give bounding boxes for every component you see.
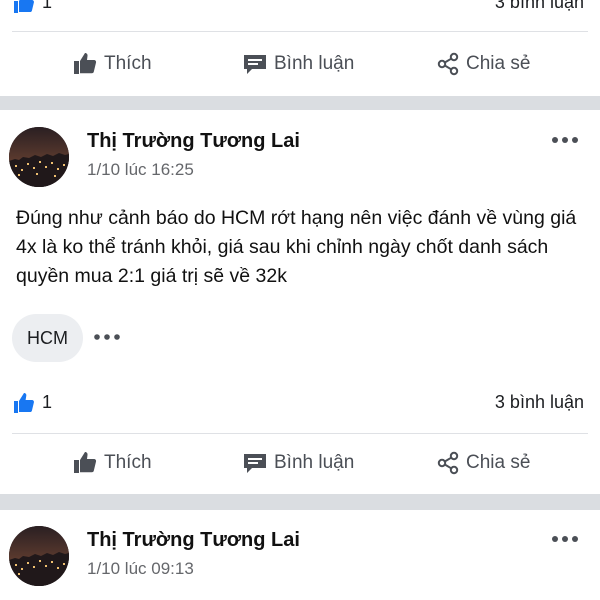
share-button[interactable]: Chia sẻ (436, 41, 530, 87)
post-timestamp[interactable]: 1/10 lúc 09:13 (87, 559, 194, 579)
post-actions: Thích Bình luận Chia sẻ (0, 41, 600, 87)
post-header: Thị Trường Tương Lai 1/10 lúc 16:25 (0, 127, 600, 197)
thumbs-up-icon (14, 393, 34, 413)
avatar[interactable] (9, 526, 69, 586)
share-icon (437, 52, 459, 76)
ellipsis-icon[interactable] (92, 329, 122, 345)
reaction-row: 1 3 bình luận (0, 386, 600, 420)
speech-bubble-icon (244, 454, 266, 473)
like-label: Thích (104, 452, 152, 473)
ellipsis-icon[interactable] (550, 530, 580, 548)
thumbs-up-icon (74, 452, 97, 473)
like-label: Thích (104, 53, 152, 74)
post-header: Thị Trường Tương Lai 1/10 lúc 09:13 (0, 526, 600, 596)
hashtag-chip[interactable]: HCM (12, 314, 83, 362)
comment-label: Bình luận (274, 452, 355, 473)
avatar[interactable] (9, 127, 69, 187)
post-actions: Thích Bình luận Chia sẻ (0, 440, 600, 486)
post-separator (0, 96, 600, 110)
post-separator (0, 494, 600, 510)
share-button[interactable]: Chia sẻ (436, 440, 530, 486)
like-count[interactable]: 1 (42, 0, 52, 13)
comment-button[interactable]: Bình luận (242, 440, 354, 486)
share-label: Chia sẻ (466, 452, 531, 473)
comment-label: Bình luận (274, 53, 355, 74)
like-count[interactable]: 1 (42, 392, 52, 413)
post-timestamp[interactable]: 1/10 lúc 16:25 (87, 160, 194, 180)
speech-bubble-icon (244, 55, 266, 74)
like-button[interactable]: Thích (72, 440, 152, 486)
city-night-image (9, 127, 69, 187)
comment-count[interactable]: 3 bình luận (495, 0, 584, 13)
like-button[interactable]: Thích (72, 41, 152, 87)
comment-button[interactable]: Bình luận (242, 41, 354, 87)
reaction-row: 1 3 bình luận (0, 0, 600, 20)
post-author[interactable]: Thị Trường Tương Lai (87, 529, 300, 552)
comment-count[interactable]: 3 bình luận (495, 392, 584, 413)
share-label: Chia sẻ (466, 53, 531, 74)
ellipsis-icon[interactable] (550, 131, 580, 149)
thumbs-up-icon (14, 0, 34, 13)
post-text: Đúng như cảnh báo do HCM rớt hạng nên vi… (16, 207, 577, 287)
post-author[interactable]: Thị Trường Tương Lai (87, 130, 300, 153)
city-night-image (9, 526, 69, 586)
share-icon (437, 451, 459, 475)
divider (12, 433, 588, 434)
thumbs-up-icon (74, 53, 97, 74)
divider (12, 31, 588, 32)
